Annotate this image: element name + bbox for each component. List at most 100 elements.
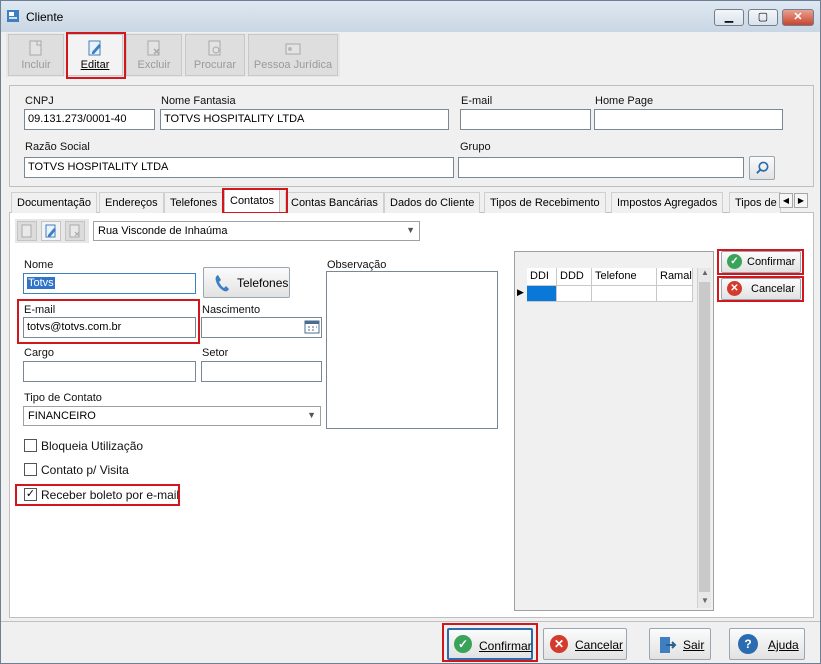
client-window: Cliente ▁ ▢ ✕ Incluir Editar Excluir Pro… xyxy=(0,0,821,664)
footer-confirm-button[interactable]: ✓ Confirmar xyxy=(447,628,533,660)
contact-cancel-label: Cancelar xyxy=(751,283,796,295)
razao-social-field[interactable]: TOTVS HOSPITALITY LTDA xyxy=(24,157,454,178)
procurar-button[interactable]: Procurar xyxy=(185,34,245,76)
contact-telefones-label: Telefones xyxy=(237,276,289,290)
grid-col-ddd[interactable]: DDD xyxy=(557,268,592,286)
grid-scrollbar[interactable]: ▲ ▼ xyxy=(697,268,711,608)
pessoa-juridica-button[interactable]: Pessoa Jurídica xyxy=(248,34,338,76)
grid-col-telefone[interactable]: Telefone xyxy=(592,268,657,286)
scroll-up-icon[interactable]: ▲ xyxy=(701,268,709,277)
footer-exit-button[interactable]: Sair xyxy=(649,628,711,660)
search-document-icon xyxy=(208,40,221,56)
triangle-left-icon: ◀ xyxy=(782,196,790,205)
grupo-field[interactable] xyxy=(458,157,744,178)
email-field[interactable] xyxy=(460,109,591,130)
observacao-textarea[interactable] xyxy=(326,271,498,429)
maximize-button[interactable]: ▢ xyxy=(748,9,778,26)
tab-contatos[interactable]: Contatos xyxy=(224,189,281,213)
chevron-down-icon: ▼ xyxy=(307,410,316,420)
phone-grid: DDI DDD Telefone Ramal ▶ ▲ ▼ xyxy=(514,251,714,611)
tab-contas-bancarias[interactable]: Contas Bancárias xyxy=(285,192,384,213)
new-document-icon xyxy=(21,224,32,238)
razao-social-label: Razão Social xyxy=(25,141,90,153)
nascimento-label: Nascimento xyxy=(202,304,261,316)
contact-cancel-button[interactable]: ✕ Cancelar xyxy=(721,278,801,300)
visita-checkbox[interactable] xyxy=(24,463,37,476)
tab-documentacao[interactable]: Documentação xyxy=(11,192,97,213)
scroll-down-icon[interactable]: ▼ xyxy=(701,596,709,605)
grid-cell-ddi[interactable] xyxy=(527,286,557,302)
grid-cell-ddd[interactable] xyxy=(557,286,592,302)
phone-icon xyxy=(215,275,229,292)
pessoa-juridica-label: Pessoa Jurídica xyxy=(253,59,333,71)
home-page-field[interactable] xyxy=(594,109,783,130)
tipo-contato-select[interactable]: FINANCEIRO ▼ xyxy=(23,406,321,426)
tab-enderecos[interactable]: Endereços xyxy=(99,192,164,213)
tab-scroll-right-button[interactable]: ▶ xyxy=(794,193,808,208)
tab-scroll-left-button[interactable]: ◀ xyxy=(779,193,793,208)
grid-col-ddi[interactable]: DDI xyxy=(527,268,557,286)
footer-bar: ✓ Confirmar ✕ Cancelar Sair ? Ajuda xyxy=(1,621,820,663)
email-label: E-mail xyxy=(461,95,493,107)
row-indicator-icon: ▶ xyxy=(517,287,524,297)
contact-telefones-button[interactable]: Telefones xyxy=(203,267,290,298)
delete-document-icon xyxy=(69,224,80,238)
address-select[interactable]: Rua Visconde de Inhaúma ▼ xyxy=(93,221,420,241)
tab-dados-do-cliente[interactable]: Dados do Cliente xyxy=(384,192,481,213)
cancel-icon: ✕ xyxy=(550,635,568,653)
grupo-label: Grupo xyxy=(460,141,491,153)
grid-cell-telefone[interactable] xyxy=(592,286,657,302)
contact-nome-value: Totvs xyxy=(27,277,55,289)
footer-confirm-label: Confirmar xyxy=(479,639,532,653)
search-icon xyxy=(756,161,769,174)
exit-door-icon xyxy=(660,637,677,653)
editar-button[interactable]: Editar xyxy=(67,34,123,76)
contact-new-button[interactable] xyxy=(17,221,37,241)
address-select-value: Rua Visconde de Inhaúma xyxy=(98,225,228,237)
minimize-button[interactable]: ▁ xyxy=(714,9,744,26)
tab-impostos-agregados[interactable]: Impostos Agregados xyxy=(611,192,724,213)
cnpj-field[interactable]: 09.131.273/0001-40 xyxy=(24,109,155,130)
grupo-search-button[interactable] xyxy=(749,156,775,180)
grid-cell-ramal[interactable] xyxy=(657,286,693,302)
help-icon: ? xyxy=(738,634,758,654)
tab-tipos-de-recebimento[interactable]: Tipos de Recebimento xyxy=(484,192,606,213)
contact-email-field[interactable]: totvs@totvs.com.br xyxy=(23,317,196,338)
cancel-icon: ✕ xyxy=(727,281,742,296)
bloqueia-checkbox[interactable] xyxy=(24,439,37,452)
excluir-button[interactable]: Excluir xyxy=(126,34,182,76)
chevron-down-icon: ▼ xyxy=(406,225,415,235)
contact-edit-button[interactable] xyxy=(41,221,61,241)
footer-cancel-label: Cancelar xyxy=(575,638,624,652)
setor-field[interactable] xyxy=(201,361,322,382)
triangle-right-icon: ▶ xyxy=(797,196,805,205)
close-button[interactable]: ✕ xyxy=(782,9,814,26)
footer-help-button[interactable]: ? Ajuda xyxy=(729,628,805,660)
toolbar: Incluir Editar Excluir Procurar Pessoa J… xyxy=(6,33,340,77)
cargo-field[interactable] xyxy=(23,361,196,382)
contact-confirm-button[interactable]: ✓ Confirmar xyxy=(721,251,801,273)
incluir-button[interactable]: Incluir xyxy=(8,34,64,76)
nome-fantasia-field[interactable]: TOTVS HOSPITALITY LTDA xyxy=(160,109,449,130)
grid-col-ramal[interactable]: Ramal xyxy=(657,268,693,286)
boleto-checkbox[interactable]: ✓ xyxy=(24,488,37,501)
excluir-label: Excluir xyxy=(137,59,171,71)
tab-telefones[interactable]: Telefones xyxy=(164,192,224,213)
tipo-contato-label: Tipo de Contato xyxy=(24,392,102,404)
tab-tipos-de[interactable]: Tipos de xyxy=(729,192,781,213)
footer-cancel-button[interactable]: ✕ Cancelar xyxy=(543,628,627,660)
cnpj-label: CNPJ xyxy=(25,95,54,107)
scroll-thumb[interactable] xyxy=(699,282,710,592)
edit-document-icon xyxy=(45,224,56,238)
bloqueia-label: Bloqueia Utilização xyxy=(41,439,144,453)
check-icon: ✓ xyxy=(454,635,472,653)
setor-label: Setor xyxy=(202,347,229,359)
contact-delete-button[interactable] xyxy=(65,221,85,241)
calendar-icon[interactable] xyxy=(304,320,320,334)
id-card-icon xyxy=(285,43,301,55)
tab-bar: Documentação Endereços Telefones Contato… xyxy=(9,189,814,213)
contact-email-label: E-mail xyxy=(24,304,56,316)
contact-nome-field[interactable]: Totvs xyxy=(23,273,196,294)
delete-document-icon xyxy=(147,40,160,56)
app-icon xyxy=(7,10,19,22)
